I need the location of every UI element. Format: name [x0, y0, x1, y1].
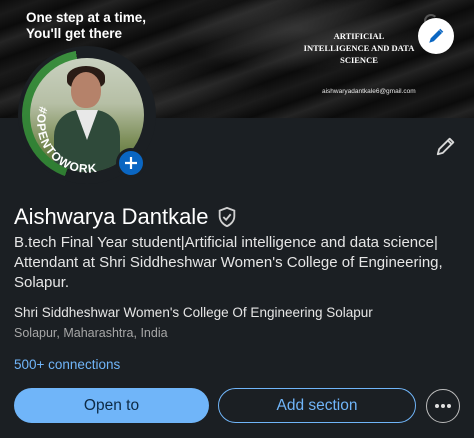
pencil-icon [436, 137, 455, 156]
edit-intro-button[interactable] [432, 132, 460, 160]
banner-email: aishwaryadantkale6@gmail.com [322, 88, 416, 95]
open-to-button[interactable]: Open to [14, 388, 209, 423]
profile-location: Solapur, Maharashtra, India [14, 326, 168, 340]
profile-name: Aishwarya Dantkale [14, 204, 209, 229]
open-to-work-text: #OPENTOWORK [34, 105, 97, 176]
more-horizontal-icon [435, 404, 451, 408]
verified-shield-icon[interactable] [216, 206, 238, 228]
plus-icon [125, 157, 137, 169]
add-photo-button[interactable] [116, 148, 146, 178]
svg-text:#OPENTOWORK: #OPENTOWORK [34, 105, 98, 176]
banner-title: ARTIFICIAL INTELLIGENCE AND DATA SCIENCE [303, 31, 415, 65]
connections-link[interactable]: 500+ connections [14, 357, 120, 372]
add-section-button[interactable]: Add section [218, 388, 416, 423]
banner-tagline: One step at a time, You'll get there [26, 10, 147, 41]
profile-headline: B.tech Final Year student|Artificial int… [14, 234, 443, 291]
pencil-icon [429, 28, 444, 43]
more-options-button[interactable] [426, 389, 460, 423]
edit-banner-button[interactable] [418, 18, 454, 54]
name-row: Aishwarya Dantkale [14, 202, 238, 232]
profile-education[interactable]: Shri Siddheshwar Women's College Of Engi… [14, 305, 373, 320]
